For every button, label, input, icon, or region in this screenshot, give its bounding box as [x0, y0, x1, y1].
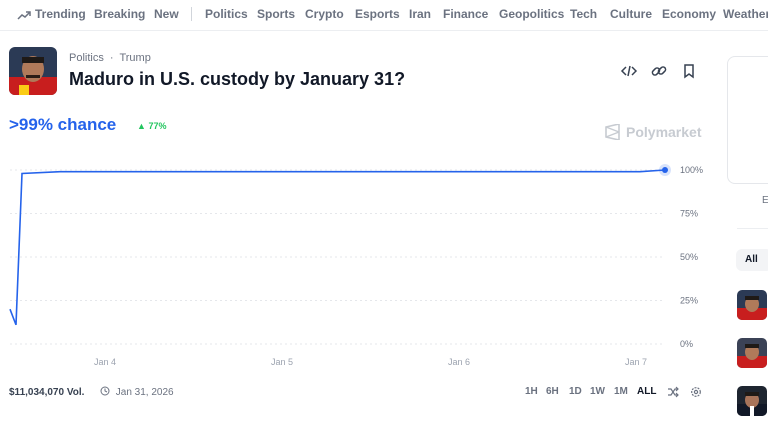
- range-1m[interactable]: 1M: [614, 386, 628, 397]
- range-1d[interactable]: 1D: [569, 386, 582, 397]
- nav-breaking[interactable]: Breaking: [94, 7, 145, 21]
- x-tick-label: Jan 7: [625, 357, 647, 367]
- nav-trending[interactable]: Trending: [35, 7, 86, 21]
- related-market-thumb[interactable]: [737, 290, 767, 320]
- x-axis: Jan 4 Jan 5 Jan 6 Jan 7: [94, 357, 647, 367]
- bookmark-icon[interactable]: [680, 62, 698, 80]
- breadcrumb-separator: ·: [109, 52, 114, 64]
- shuffle-icon[interactable]: [667, 386, 679, 398]
- nav-esports[interactable]: Esports: [355, 7, 400, 21]
- panel-letter: E: [762, 195, 768, 206]
- filter-all-button[interactable]: All: [736, 249, 768, 271]
- nav-weather[interactable]: Weather: [723, 7, 768, 21]
- x-tick-label: Jan 5: [271, 357, 293, 367]
- market-image: [9, 47, 57, 95]
- y-tick-label: 100%: [680, 165, 703, 175]
- clock-icon: [100, 386, 110, 396]
- nav-sports[interactable]: Sports: [257, 7, 295, 21]
- x-tick-label: Jan 4: [94, 357, 116, 367]
- range-1h[interactable]: 1H: [525, 386, 538, 397]
- polymarket-logo-icon: [605, 124, 620, 140]
- series-line: [9, 169, 666, 326]
- related-market-thumb[interactable]: [737, 386, 767, 416]
- price-chart[interactable]: 100% 75% 50% 25% 0% Jan 4 Jan 5 Jan 6 Jan 7: [0, 150, 720, 375]
- y-tick-label: 75%: [680, 209, 698, 219]
- embed-icon[interactable]: [620, 62, 638, 80]
- y-tick-label: 0%: [680, 339, 693, 349]
- breadcrumb: Politics · Trump: [69, 52, 151, 64]
- link-icon[interactable]: [650, 62, 668, 80]
- range-all[interactable]: ALL: [637, 386, 656, 397]
- chance-value: >99% chance: [9, 115, 117, 134]
- panel-divider: [737, 228, 768, 229]
- volume: $11,034,070 Vol.: [9, 387, 85, 398]
- nav-crypto[interactable]: Crypto: [305, 7, 344, 21]
- up-arrow-icon: ▲: [137, 121, 146, 131]
- nav-divider: [191, 7, 192, 21]
- end-point: [662, 167, 668, 173]
- nav-new[interactable]: New: [154, 7, 179, 21]
- end-date: Jan 31, 2026: [100, 386, 174, 398]
- x-tick-label: Jan 6: [448, 357, 470, 367]
- nav-finance[interactable]: Finance: [443, 7, 488, 21]
- range-1w[interactable]: 1W: [590, 386, 605, 397]
- breadcrumb-category[interactable]: Politics: [69, 52, 104, 64]
- y-axis: 100% 75% 50% 25% 0%: [680, 165, 703, 349]
- trade-card: [727, 56, 768, 184]
- related-market-thumb[interactable]: [737, 338, 767, 368]
- chart-grid: [10, 169, 665, 345]
- y-tick-label: 25%: [680, 296, 698, 306]
- breadcrumb-tag[interactable]: Trump: [119, 52, 150, 64]
- range-6h[interactable]: 6H: [546, 386, 559, 397]
- nav-tech[interactable]: Tech: [570, 7, 597, 21]
- brand-name: Polymarket: [626, 124, 702, 140]
- nav-economy[interactable]: Economy: [662, 7, 716, 21]
- chance-delta: ▲ 77%: [137, 121, 167, 131]
- trending-icon: [17, 11, 31, 20]
- nav-geopolitics[interactable]: Geopolitics: [499, 7, 564, 21]
- top-nav: Trending Breaking New Politics Sports Cr…: [0, 0, 768, 31]
- market-title: Maduro in U.S. custody by January 31?: [69, 69, 406, 89]
- settings-icon[interactable]: [690, 386, 702, 398]
- nav-iran[interactable]: Iran: [409, 7, 431, 21]
- nav-politics[interactable]: Politics: [205, 7, 248, 21]
- y-tick-label: 50%: [680, 252, 698, 262]
- nav-culture[interactable]: Culture: [610, 7, 652, 21]
